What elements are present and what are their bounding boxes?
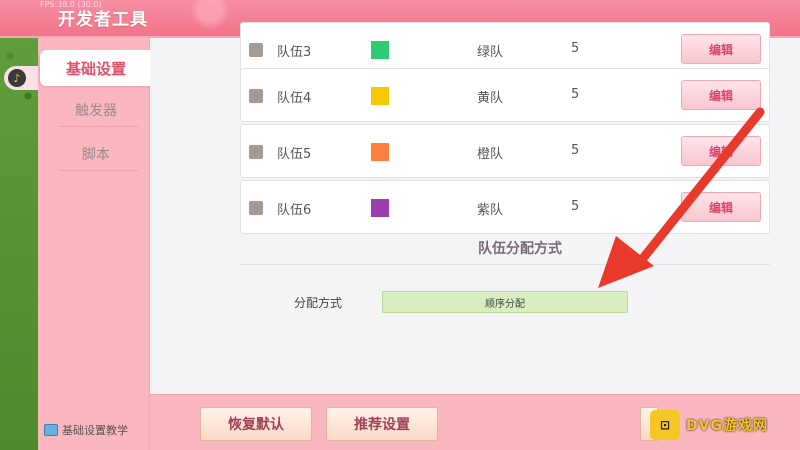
team-name: 队伍6 xyxy=(277,203,312,218)
sidebar-divider xyxy=(58,126,138,127)
team-color-swatch[interactable] xyxy=(371,143,389,161)
team-checkbox[interactable] xyxy=(249,43,263,57)
distribution-label: 分配方式 xyxy=(294,296,343,310)
team-color-name: 黄队 xyxy=(477,91,504,106)
tutorial-label: 基础设置教学 xyxy=(62,424,128,437)
section-title: 队伍分配方式 xyxy=(478,241,562,257)
team-color-name: 绿队 xyxy=(477,45,504,60)
team-checkbox[interactable] xyxy=(249,201,263,215)
edit-button[interactable]: 编辑 xyxy=(681,136,761,166)
team-count: 5 xyxy=(571,143,580,158)
team-row: 队伍4 黄队 5 编辑 xyxy=(240,68,770,122)
sidebar-divider xyxy=(58,170,138,171)
music-note-icon: ♪ xyxy=(8,69,26,87)
header-decoration xyxy=(190,0,230,30)
sidebar-item-basic-settings[interactable]: 基础设置 xyxy=(40,50,152,86)
team-count: 5 xyxy=(571,199,580,214)
main-content: 队伍3 绿队 5 编辑 队伍4 黄队 5 编辑 队伍5 橙队 5 编辑 队伍6 … xyxy=(150,22,800,394)
sidebar: 基础设置 触发器 脚本 基础设置教学 xyxy=(38,38,152,450)
section-divider xyxy=(240,264,770,265)
page-title: 开发者工具 xyxy=(58,10,148,30)
grass-background xyxy=(0,36,40,450)
team-color-swatch[interactable] xyxy=(371,199,389,217)
watermark-logo: ⊡ DVG游戏网 xyxy=(650,405,800,445)
side-toggle[interactable]: ♪ xyxy=(4,66,38,90)
restore-default-button[interactable]: 恢复默认 xyxy=(200,407,312,441)
book-icon xyxy=(44,424,58,436)
team-count: 5 xyxy=(571,41,580,56)
team-row: 队伍6 紫队 5 编辑 xyxy=(240,180,770,234)
edit-button[interactable]: 编辑 xyxy=(681,34,761,64)
team-row: 队伍5 橙队 5 编辑 xyxy=(240,124,770,178)
sidebar-item-triggers[interactable]: 触发器 xyxy=(46,92,146,128)
team-color-swatch[interactable] xyxy=(371,41,389,59)
team-color-swatch[interactable] xyxy=(371,87,389,105)
team-color-name: 紫队 xyxy=(477,203,504,218)
team-name: 队伍3 xyxy=(277,45,312,60)
edit-button[interactable]: 编辑 xyxy=(681,192,761,222)
team-count: 5 xyxy=(571,87,580,102)
team-color-name: 橙队 xyxy=(477,147,504,162)
team-checkbox[interactable] xyxy=(249,145,263,159)
team-checkbox[interactable] xyxy=(249,89,263,103)
team-name: 队伍4 xyxy=(277,91,312,106)
edit-button[interactable]: 编辑 xyxy=(681,80,761,110)
recommended-settings-button[interactable]: 推荐设置 xyxy=(326,407,438,441)
sidebar-item-scripts[interactable]: 脚本 xyxy=(46,136,146,172)
gamepad-icon: ⊡ xyxy=(650,410,680,440)
tutorial-link[interactable]: 基础设置教学 xyxy=(44,422,128,438)
watermark-text: DVG游戏网 xyxy=(686,418,768,434)
team-name: 队伍5 xyxy=(277,147,312,162)
distribution-select[interactable]: 顺序分配 xyxy=(382,291,628,313)
